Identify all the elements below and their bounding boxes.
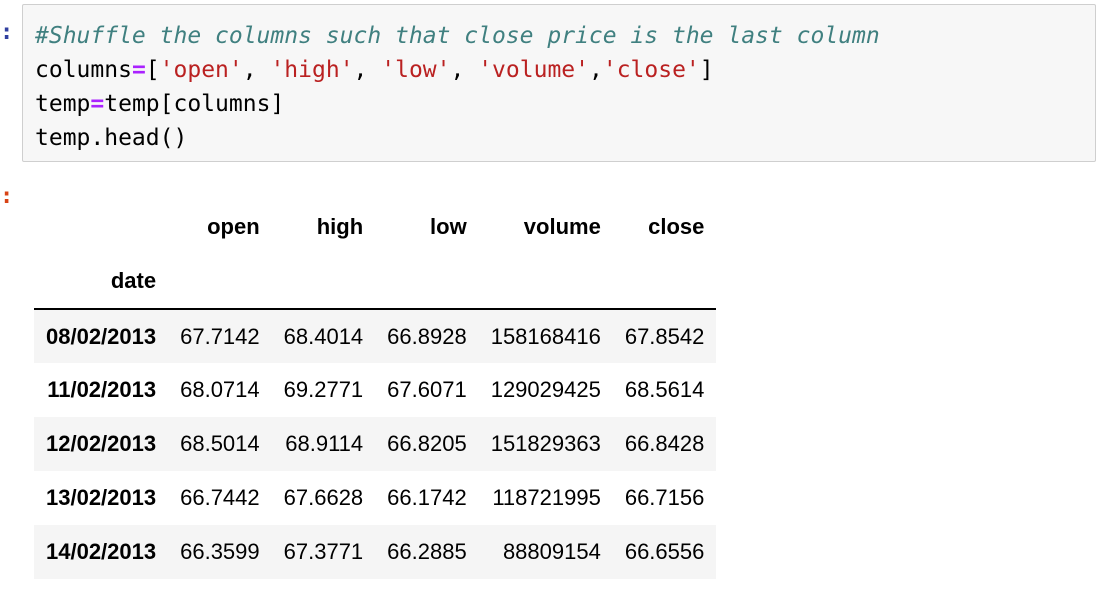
- table-row: 08/02/2013 67.7142 68.4014 66.8928 15816…: [34, 309, 717, 363]
- table-row: 13/02/2013 66.7442 67.6628 66.1742 11872…: [34, 471, 716, 525]
- code-token: ,: [242, 57, 271, 83]
- index-corner-cell: [34, 200, 168, 254]
- code-token: ,: [450, 57, 479, 83]
- column-header: volume: [523, 214, 601, 239]
- code-line-4: temp.head(): [35, 121, 1095, 155]
- code-token: columns: [35, 57, 132, 83]
- table-cell: 68.5014: [180, 431, 260, 456]
- table-cell: 118721995: [492, 485, 601, 510]
- column-header: low: [430, 214, 467, 239]
- table-cell: 66.8428: [624, 431, 705, 456]
- row-index: 14/02/2013: [46, 539, 157, 564]
- code-token: ]: [699, 57, 714, 83]
- code-operator: =: [131, 57, 146, 83]
- code-line-1: #Shuffle the columns such that close pri…: [35, 19, 1095, 53]
- table-row: 12/02/2013 68.5014 68.9114 66.8205 15182…: [34, 417, 717, 471]
- code-operator: =: [90, 91, 105, 117]
- code-token: temp.head(): [35, 125, 188, 151]
- index-name: date: [110, 268, 157, 293]
- empty-header-cell: [168, 254, 272, 309]
- table-cell: 67.8542: [624, 323, 705, 349]
- table-cell: 66.6556: [624, 539, 705, 564]
- empty-header-cell: [613, 254, 717, 309]
- table-cell: 66.1742: [387, 485, 467, 510]
- column-header: open: [207, 214, 260, 239]
- code-string: 'volume': [478, 57, 589, 83]
- code-cell-editor[interactable]: #Shuffle the columns such that close pri…: [22, 4, 1096, 162]
- table-cell: 66.8205: [387, 431, 467, 456]
- table-cell: 66.2885: [387, 539, 467, 564]
- table-cell: 68.9114: [285, 431, 364, 456]
- code-string: 'high': [270, 57, 354, 83]
- table-cell: 66.3599: [180, 539, 260, 564]
- column-header: close: [648, 214, 705, 239]
- input-prompt: :: [0, 20, 14, 45]
- table-row: 14/02/2013 66.3599 67.3771 66.2885 88809…: [34, 525, 717, 579]
- empty-header-cell: [272, 254, 376, 309]
- table-cell: 158168416: [490, 323, 601, 349]
- code-line-2: columns=['open', 'high', 'low', 'volume'…: [35, 53, 1095, 87]
- table-cell: 68.4014: [283, 323, 364, 349]
- table-cell: 68.0714: [180, 377, 260, 402]
- dataframe-table: open high low volume close date 08/02/20…: [34, 200, 717, 579]
- table-cell: 67.6071: [387, 377, 467, 402]
- table-cell: 66.7442: [180, 485, 260, 510]
- row-index: 08/02/2013: [46, 323, 157, 349]
- code-token: temp: [35, 91, 91, 117]
- code-line-3: temp=temp[columns]: [35, 87, 1095, 121]
- table-cell: 67.3771: [283, 539, 364, 564]
- table-cell: 66.8928: [387, 323, 467, 349]
- code-comment: #Shuffle the columns such that close pri…: [35, 23, 880, 49]
- table-cell: 68.5614: [624, 377, 705, 402]
- index-header-row: date: [34, 254, 717, 309]
- code-string: 'close': [602, 57, 700, 83]
- output-area: open high low volume close date 08/02/20…: [34, 200, 717, 579]
- row-index: 12/02/2013: [46, 431, 157, 456]
- table-cell: 129029425: [490, 377, 601, 402]
- row-index: 11/02/2013: [47, 377, 157, 402]
- table-cell: 69.2771: [283, 377, 364, 402]
- code-token: ,: [588, 57, 603, 83]
- table-row: 11/02/2013 68.0714 69.2771 67.6071 12902…: [34, 363, 716, 417]
- column-header-row: open high low volume close: [34, 200, 716, 254]
- table-cell: 66.7156: [624, 485, 705, 510]
- table-cell: 88809154: [502, 539, 601, 564]
- table-cell: 67.6628: [283, 485, 364, 510]
- output-prompt: :: [0, 184, 14, 209]
- code-string: 'open': [159, 57, 243, 83]
- code-string: 'low': [381, 57, 451, 83]
- table-cell: 151829363: [490, 431, 601, 456]
- code-token: ,: [353, 57, 382, 83]
- code-token: [: [145, 57, 160, 83]
- empty-header-cell: [375, 254, 479, 309]
- code-token: temp[columns]: [104, 91, 285, 117]
- row-index: 13/02/2013: [46, 485, 157, 510]
- column-header: high: [316, 214, 364, 239]
- table-cell: 67.7142: [180, 323, 260, 349]
- empty-header-cell: [479, 254, 613, 309]
